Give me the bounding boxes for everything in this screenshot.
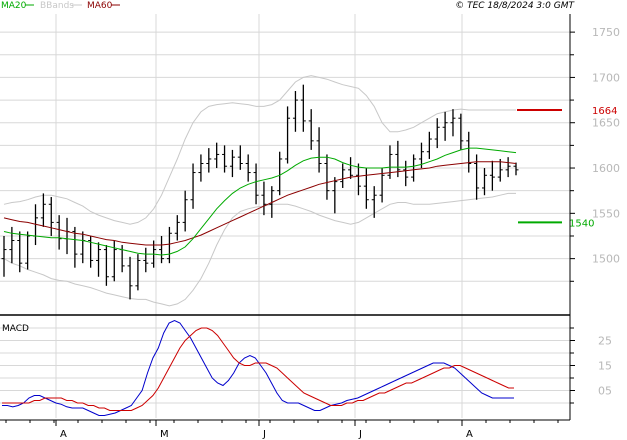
legend-ma20-label: MA20: [1, 1, 27, 11]
level-label: 1664: [592, 106, 617, 117]
legend-ma60-label: MA60: [87, 1, 113, 11]
price-tick-label: 1550: [592, 207, 620, 220]
month-label: M: [160, 429, 169, 440]
legend-bbands-label: BBands: [40, 1, 74, 11]
price-tick-label: 1600: [592, 162, 620, 175]
price-tick-label: 1750: [592, 26, 620, 39]
month-label: A: [60, 429, 67, 440]
macd-title: MACD: [2, 324, 29, 334]
price-tick-label: 1650: [592, 117, 620, 130]
macd-tick-label: 15: [598, 360, 612, 373]
month-label: J: [358, 429, 362, 440]
price-tick-label: 1700: [592, 71, 620, 84]
month-label: A: [466, 429, 473, 440]
price-tick-label: 1500: [592, 253, 620, 266]
month-label: J: [262, 429, 266, 440]
level-label: 1540: [569, 218, 594, 229]
macd-tick-label: 05: [598, 385, 612, 398]
header-legend: MA20 BBands MA60: [1, 1, 120, 11]
chart-background: [0, 0, 627, 440]
macd-tick-label: 25: [598, 335, 612, 348]
copyright-timestamp: © TEC 18/8/2024 3:0 GMT: [455, 1, 575, 11]
stock-chart: 1500 1550 1600 1650 1700 1750 05 15 25 A M J J A 16…: [0, 0, 627, 440]
